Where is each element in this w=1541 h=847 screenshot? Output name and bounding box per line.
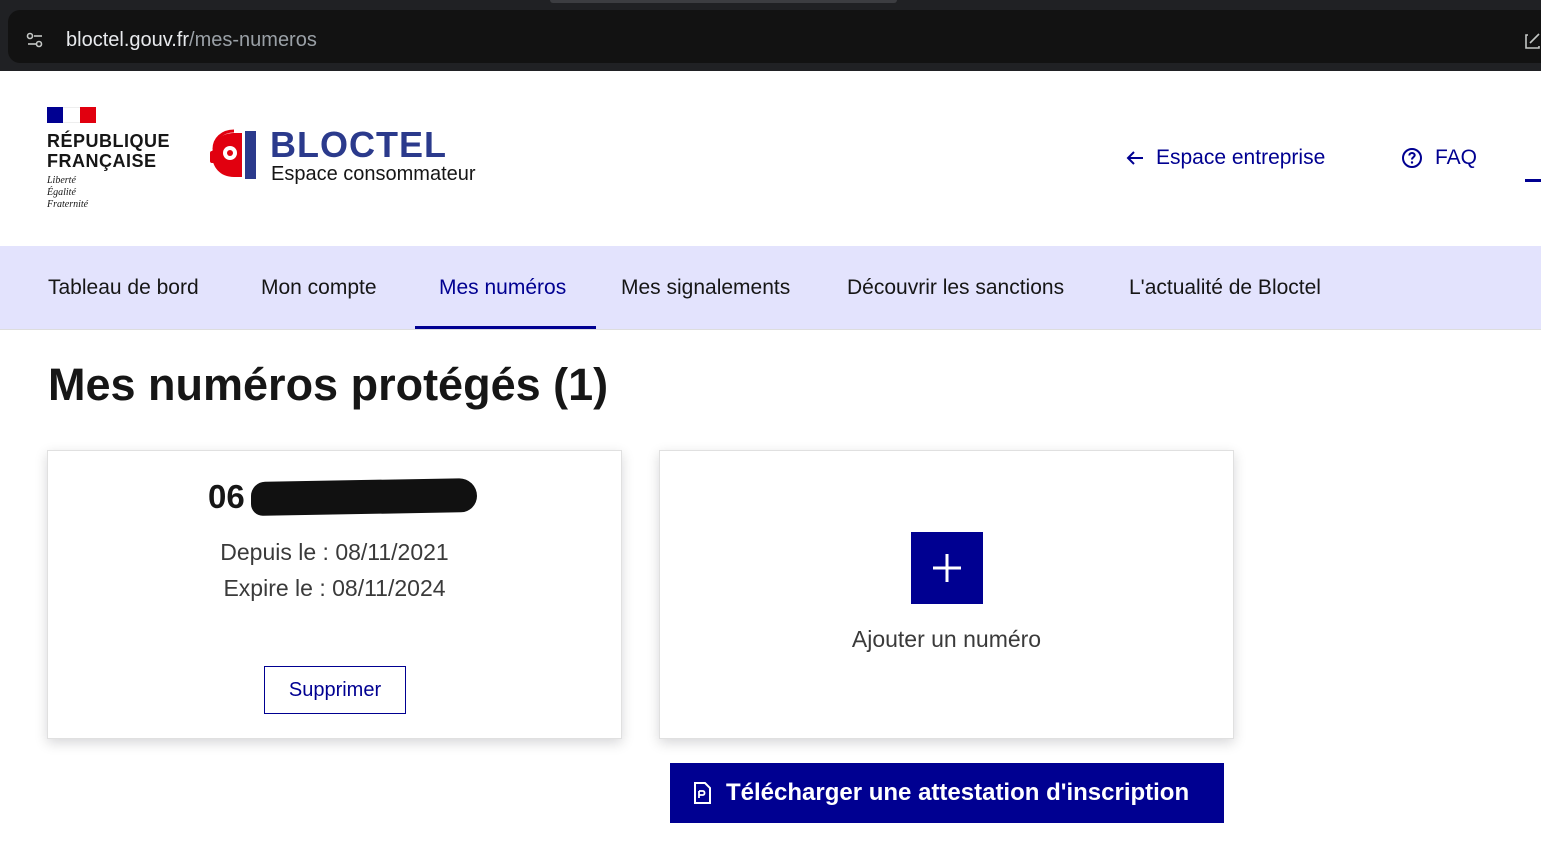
download-attestation-button[interactable]: Télécharger une attestation d'inscriptio… [670, 763, 1224, 823]
url-domain: bloctel.gouv.fr [66, 29, 190, 51]
phone-number: 06 [208, 477, 477, 517]
open-in-app-icon[interactable] [1525, 31, 1541, 49]
arrow-left-icon [1126, 151, 1143, 165]
faq-link[interactable]: FAQ [1401, 145, 1477, 171]
protected-number-card: 06 Depuis le : 08/11/2021 Expire le : 08… [47, 450, 622, 739]
document-icon [694, 782, 711, 804]
republic-name-line1: RÉPUBLIQUE [47, 131, 171, 151]
delete-number-button[interactable]: Supprimer [264, 666, 406, 714]
page-title: Mes numéros protégés (1) [48, 359, 609, 410]
active-tab-edge[interactable] [550, 0, 897, 3]
url-path: /mes-numeros [189, 29, 317, 51]
phone-number-prefix: 06 [208, 478, 245, 515]
question-circle-icon [1402, 148, 1422, 168]
site-settings-icon[interactable] [26, 31, 44, 49]
espace-entreprise-link[interactable]: Espace entreprise [1126, 145, 1325, 171]
site-header: RÉPUBLIQUE FRANÇAISE Liberté Égalité Fra… [0, 71, 1541, 246]
download-attestation-label: Télécharger une attestation d'inscriptio… [726, 779, 1190, 806]
republic-name: RÉPUBLIQUE FRANÇAISE [47, 131, 177, 171]
espace-entreprise-label: Espace entreprise [1156, 146, 1326, 169]
add-number-button[interactable] [911, 532, 983, 604]
main-navigation: Tableau de bord Mon compte Mes numéros M… [0, 246, 1541, 330]
url-text[interactable]: bloctel.gouv.fr/mes-numeros [66, 27, 317, 53]
republic-name-line2: FRANÇAISE [47, 151, 157, 171]
motto-egalite: Égalité [47, 187, 76, 198]
nav-item-tableau-de-bord[interactable]: Tableau de bord [48, 246, 199, 330]
nav-item-mes-numeros[interactable]: Mes numéros [439, 246, 566, 330]
nav-item-actualite-bloctel[interactable]: L'actualité de Bloctel [1129, 246, 1321, 330]
site-title[interactable]: BLOCTEL [270, 125, 447, 165]
plus-icon [933, 554, 961, 582]
motto-fraternite: Fraternité [47, 199, 89, 210]
expiration-date: Expire le : 08/11/2024 [223, 575, 446, 601]
motto-liberte: Liberté [47, 175, 76, 186]
french-flag-icon [47, 107, 96, 123]
nav-active-indicator [415, 326, 596, 329]
bloctel-logo-icon[interactable] [210, 129, 270, 183]
registration-date: Depuis le : 08/11/2021 [220, 539, 449, 565]
add-number-label: Ajouter un numéro [851, 626, 1042, 652]
faq-label: FAQ [1435, 146, 1478, 169]
nav-item-mon-compte[interactable]: Mon compte [261, 246, 377, 330]
nav-item-decouvrir-les-sanctions[interactable]: Découvrir les sanctions [847, 246, 1064, 330]
add-number-card[interactable]: Ajouter un numéro [659, 450, 1234, 739]
republique-francaise-logo[interactable]: RÉPUBLIQUE FRANÇAISE Liberté Égalité Fra… [47, 107, 177, 211]
republic-motto: Liberté Égalité Fraternité [47, 175, 177, 211]
phone-number-redaction [250, 478, 477, 516]
header-link-underline [1525, 179, 1541, 182]
browser-toolbar: bloctel.gouv.fr/mes-numeros [0, 0, 1541, 71]
site-subtitle: Espace consommateur [271, 163, 476, 185]
nav-item-mes-signalements[interactable]: Mes signalements [621, 246, 790, 330]
